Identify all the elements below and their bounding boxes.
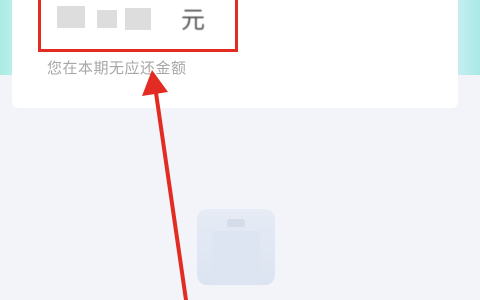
red-arrow-icon	[142, 70, 188, 300]
